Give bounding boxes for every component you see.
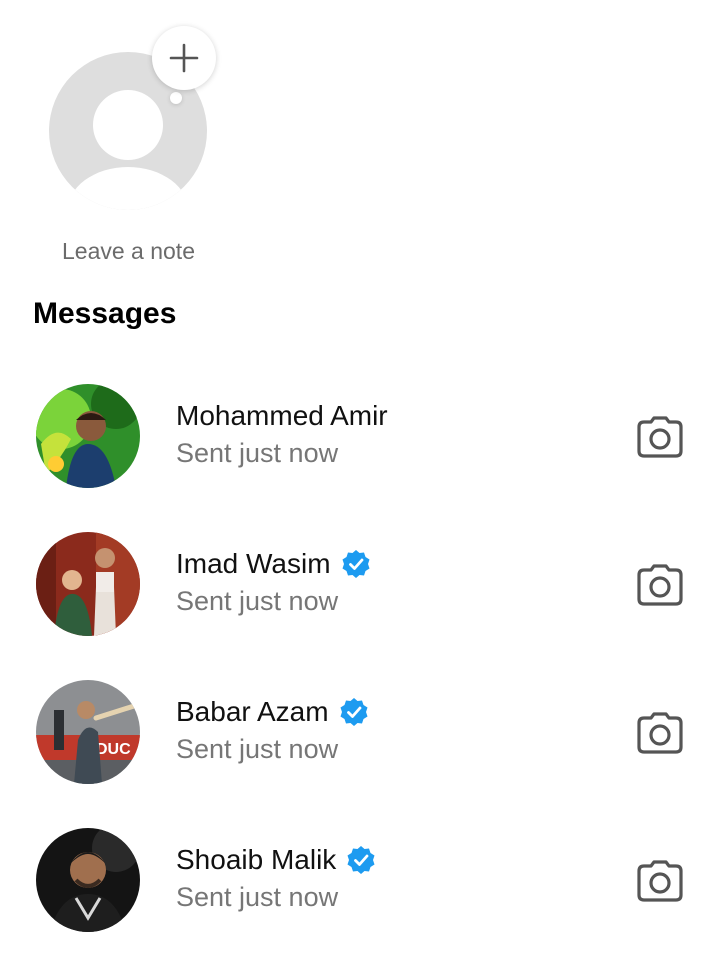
- plus-icon: [169, 43, 199, 73]
- camera-button[interactable]: [634, 858, 686, 904]
- camera-icon: [637, 860, 683, 902]
- verified-badge-icon: [340, 698, 368, 726]
- messages-heading: Messages: [33, 297, 177, 330]
- note-bubble-tail: [170, 92, 182, 104]
- message-status: Sent just now: [176, 734, 339, 764]
- camera-icon: [637, 712, 683, 754]
- camera-button[interactable]: [634, 562, 686, 608]
- message-text: Imad Wasim Sent just now: [176, 546, 371, 617]
- contact-avatar[interactable]: [36, 384, 140, 488]
- message-list: Mohammed Amir Sent just now Imad Wasim S…: [0, 370, 720, 962]
- camera-icon: [637, 564, 683, 606]
- camera-button[interactable]: [634, 710, 686, 756]
- name-line: Shoaib Malik: [176, 842, 376, 878]
- verified-badge-icon: [342, 550, 370, 578]
- avatar-placeholder-head: [93, 90, 163, 160]
- add-note-button[interactable]: [152, 26, 216, 90]
- note-area: Leave a note Messages: [0, 0, 720, 330]
- message-row[interactable]: Shoaib Malik Sent just now: [0, 814, 720, 962]
- camera-icon: [637, 416, 683, 458]
- message-status: Sent just now: [176, 586, 339, 616]
- contact-name: Imad Wasim: [176, 548, 331, 579]
- contact-avatar[interactable]: DUC: [36, 680, 140, 784]
- message-row[interactable]: Imad Wasim Sent just now: [0, 518, 720, 666]
- contact-avatar[interactable]: [36, 532, 140, 636]
- contact-name: Shoaib Malik: [176, 844, 337, 875]
- verified-badge-icon: [347, 846, 375, 874]
- message-row[interactable]: Mohammed Amir Sent just now: [0, 370, 720, 518]
- contact-name: Babar Azam: [176, 696, 329, 727]
- leave-note-label[interactable]: Leave a note: [0, 238, 257, 265]
- contact-avatar[interactable]: [36, 828, 140, 932]
- name-line: Babar Azam: [176, 694, 369, 730]
- svg-text:DUC: DUC: [96, 741, 131, 758]
- message-text: Mohammed Amir Sent just now: [176, 398, 388, 469]
- message-status: Sent just now: [176, 438, 339, 468]
- message-status: Sent just now: [176, 882, 339, 912]
- message-row[interactable]: DUC Babar Azam Sent just now: [0, 666, 720, 814]
- avatar-placeholder-body: [67, 167, 189, 210]
- message-text: Babar Azam Sent just now: [176, 694, 369, 765]
- contact-name: Mohammed Amir: [176, 400, 388, 431]
- name-line: Imad Wasim: [176, 546, 371, 582]
- message-text: Shoaib Malik Sent just now: [176, 842, 376, 913]
- name-line: Mohammed Amir: [176, 398, 388, 434]
- camera-button[interactable]: [634, 414, 686, 460]
